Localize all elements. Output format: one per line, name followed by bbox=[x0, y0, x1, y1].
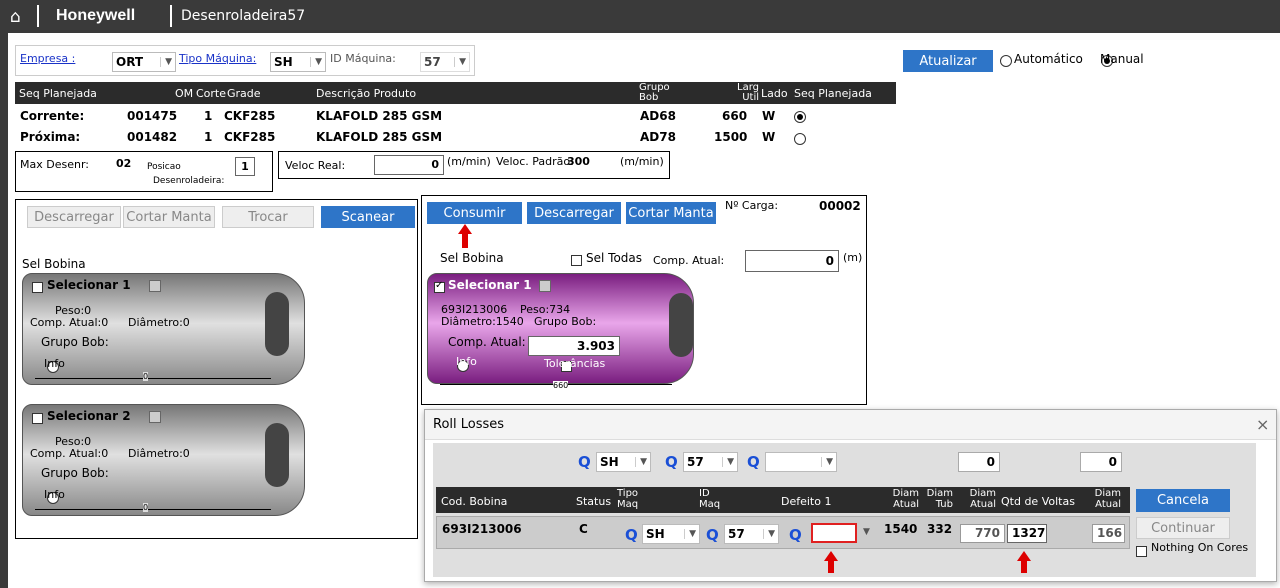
left-edge bbox=[0, 33, 8, 588]
dialog-titlebar: Roll Losses × bbox=[425, 410, 1276, 440]
right-unwinder-panel: Consumir Descarregar Cortar Manta Nº Car… bbox=[421, 195, 867, 405]
bobina-2: Selecionar 2 Peso:0 Comp. Atual:0 Diâmet… bbox=[22, 404, 305, 516]
sel-todas-label: Sel Todas bbox=[586, 251, 643, 265]
filter-box: Empresa : ORT ▼ Tipo Máquina: SH ▼ ID Máqu… bbox=[15, 45, 475, 76]
search-icon[interactable]: Q bbox=[789, 526, 802, 544]
arrow-indicator bbox=[458, 224, 472, 250]
search-icon[interactable]: Q bbox=[578, 453, 591, 471]
row-id-select[interactable]: 57 ▼ bbox=[724, 524, 779, 544]
search-icon[interactable]: Q bbox=[747, 453, 760, 471]
scanear-button[interactable]: Scanear bbox=[321, 206, 415, 228]
row-tipo-select[interactable]: SH ▼ bbox=[642, 524, 700, 544]
selecionar-2-checkbox[interactable] bbox=[32, 413, 43, 424]
selecionar-1-checkbox[interactable] bbox=[434, 280, 445, 293]
automatico-radio[interactable] bbox=[1000, 54, 1012, 67]
bobina-core bbox=[265, 292, 289, 356]
descarregar-button[interactable]: Descarregar bbox=[527, 202, 621, 224]
sel-bobina-label: Sel Bobina bbox=[22, 257, 86, 271]
roll-losses-dialog: Roll Losses × Q SH ▼ Q 57 ▼ Q ▼ 0 0 Cod. B… bbox=[424, 409, 1277, 582]
dialog-title: Roll Losses bbox=[433, 417, 505, 432]
cortar-manta-button[interactable]: Cortar Manta bbox=[626, 202, 716, 224]
bobina-core bbox=[669, 293, 693, 357]
continuar-button[interactable]: Continuar bbox=[1136, 517, 1230, 539]
left-unwinder-panel: Descarregar Cortar Manta Trocar Scanear … bbox=[15, 199, 418, 539]
cancela-button[interactable]: Cancela bbox=[1136, 489, 1230, 512]
comp-atual-label: Comp. Atual: bbox=[653, 254, 725, 267]
page-title: Desenroladeira57 bbox=[181, 8, 306, 24]
descarregar-button[interactable]: Descarregar bbox=[27, 206, 121, 228]
manual-label: Manual bbox=[1100, 52, 1144, 66]
id-maquina-label: ID Máquina: bbox=[330, 52, 396, 65]
table-row: Corrente: 001475 1 CKF285 KLAFOLD 285 GS… bbox=[15, 106, 896, 126]
width-dimension bbox=[35, 378, 271, 379]
tipo-maquina-link[interactable]: Tipo Máquina: bbox=[179, 52, 256, 65]
close-icon[interactable]: × bbox=[1256, 415, 1269, 434]
consumir-button[interactable]: Consumir bbox=[427, 202, 522, 224]
filter-tipo-select[interactable]: SH ▼ bbox=[596, 452, 651, 472]
cortar-manta-button[interactable]: Cortar Manta bbox=[123, 206, 215, 228]
search-icon[interactable]: Q bbox=[706, 526, 719, 544]
nothing-on-cores-checkbox[interactable] bbox=[1136, 546, 1147, 557]
seq-radio-corrente[interactable] bbox=[794, 110, 806, 123]
empresa-link[interactable]: Empresa : bbox=[20, 52, 75, 65]
posicao-field[interactable]: 1 bbox=[235, 157, 255, 176]
seq-radio-proxima[interactable] bbox=[794, 132, 806, 145]
table-row: 693I213006 C Q SH ▼ Q 57 ▼ Q ▼ 1540 332 77… bbox=[436, 516, 1130, 549]
id-maquina-select[interactable]: 57 ▼ bbox=[420, 52, 470, 72]
seq-table-header: Seq Planejada OM Corte Grade Descrição P… bbox=[15, 82, 896, 104]
sel-bobina-label: Sel Bobina bbox=[440, 251, 504, 265]
top-bar: ⌂ Honeywell Desenroladeira57 bbox=[0, 0, 1280, 33]
atualizar-button[interactable]: Atualizar bbox=[903, 50, 993, 72]
brand: Honeywell bbox=[56, 7, 136, 24]
empresa-select[interactable]: ORT ▼ bbox=[112, 52, 176, 72]
sel-todas-checkbox[interactable] bbox=[571, 255, 582, 266]
arrow-indicator bbox=[1017, 551, 1031, 573]
home-icon[interactable]: ⌂ bbox=[10, 7, 21, 27]
table-row: Próxima: 001482 1 CKF285 KLAFOLD 285 GSM… bbox=[15, 126, 896, 146]
comp-atual-input[interactable]: 0 bbox=[745, 250, 839, 272]
veloc-box: Veloc Real: 0 (m/min) Veloc. Padrão: 300… bbox=[278, 151, 670, 179]
row-diam-atual: 770 bbox=[960, 524, 1005, 543]
search-icon[interactable]: Q bbox=[665, 453, 678, 471]
automatico-label: Automático bbox=[1014, 52, 1083, 66]
bobina-selected: Selecionar 1 693I213006 Peso:734 Diâmetr… bbox=[427, 273, 694, 385]
filter-id-select[interactable]: 57 ▼ bbox=[683, 452, 738, 472]
chevron-down-icon: ▼ bbox=[160, 57, 172, 67]
max-desenr-box: Max Desenr: 02 Posicao Desenroladeira: 1 bbox=[15, 151, 273, 192]
arrow-indicator bbox=[824, 551, 838, 573]
scan-icon[interactable] bbox=[149, 280, 161, 292]
losses-table-header: Cod. Bobina Status Tipo Maq ID Maq Defei… bbox=[436, 487, 1130, 513]
width-dimension bbox=[35, 509, 271, 510]
veloc-real-input[interactable]: 0 bbox=[374, 155, 444, 175]
row-diam-atual-2: 166 bbox=[1092, 524, 1125, 543]
trocar-button[interactable]: Trocar bbox=[222, 206, 314, 228]
scan-icon[interactable] bbox=[539, 280, 551, 292]
chevron-down-icon: ▼ bbox=[310, 57, 322, 67]
bobina-core bbox=[265, 423, 289, 487]
filter-num1[interactable]: 0 bbox=[958, 452, 1000, 472]
bobina-1: Selecionar 1 Peso:0 Comp. Atual:0 Diâmet… bbox=[22, 273, 305, 385]
carga-value: 00002 bbox=[819, 199, 861, 213]
qtd-voltas-input[interactable]: 1327 bbox=[1007, 524, 1047, 543]
chevron-down-icon[interactable]: ▼ bbox=[863, 527, 870, 537]
selecionar-1-checkbox[interactable] bbox=[32, 282, 43, 293]
chevron-down-icon: ▼ bbox=[454, 57, 466, 67]
search-icon[interactable]: Q bbox=[625, 526, 638, 544]
scan-icon[interactable] bbox=[149, 411, 161, 423]
filter-defeito-select[interactable]: ▼ bbox=[765, 452, 837, 472]
row-defeito-input[interactable] bbox=[811, 523, 857, 543]
bobina-comp-input[interactable]: 3.903 bbox=[528, 336, 620, 356]
carga-label: Nº Carga: bbox=[725, 199, 779, 212]
tipo-maquina-select[interactable]: SH ▼ bbox=[270, 52, 326, 72]
filter-num2[interactable]: 0 bbox=[1080, 452, 1122, 472]
nothing-on-cores-label: Nothing On Cores bbox=[1151, 541, 1249, 554]
dialog-body: Q SH ▼ Q 57 ▼ Q ▼ 0 0 Cod. Bobina Status T… bbox=[433, 443, 1256, 577]
